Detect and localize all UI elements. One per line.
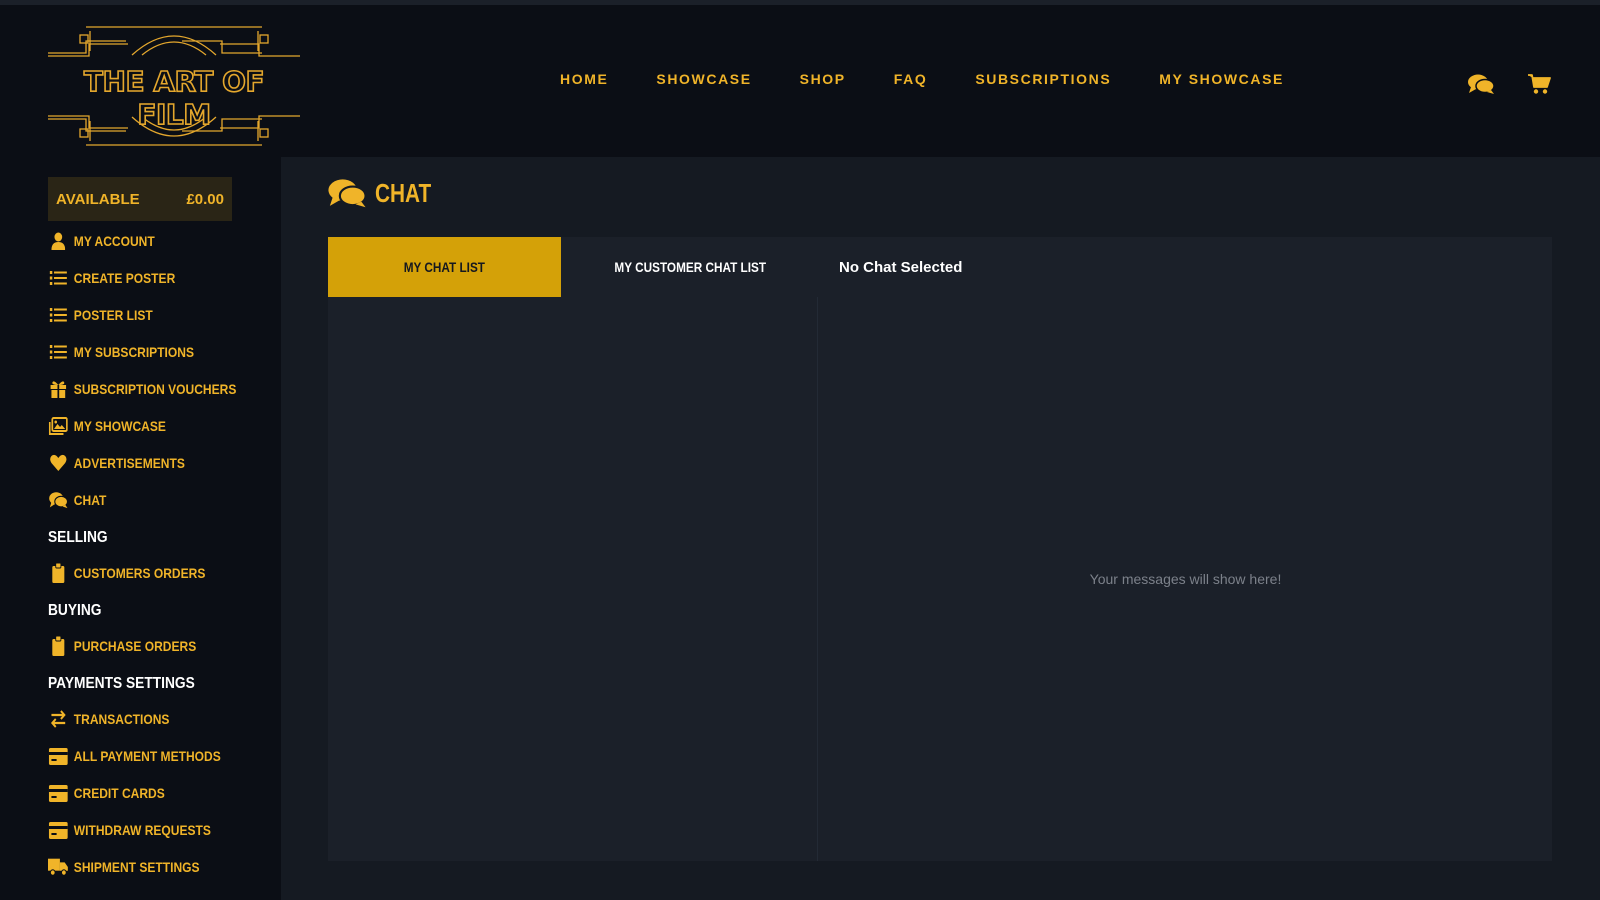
tab-my-chat-list[interactable]: MY CHAT LIST [328, 237, 561, 297]
sidebar-item-label: SUBSCRIPTION VOUCHERS [73, 381, 237, 397]
main-nav: HOME SHOWCASE SHOP FAQ SUBSCRIPTIONS MY … [560, 71, 1332, 87]
heart-icon [48, 453, 69, 473]
tab-label: MY CHAT LIST [403, 259, 486, 275]
message-pane[interactable]: Your messages will show here! [819, 297, 1552, 861]
chat-icon[interactable] [1467, 73, 1495, 100]
tab-my-customer-chat-list[interactable]: MY CUSTOMER CHAT LIST [561, 237, 819, 297]
page-title: CHAT [327, 177, 445, 209]
chat-header-title: No Chat Selected [839, 259, 963, 276]
sidebar-item-create-poster[interactable]: CREATE POSTER [48, 266, 175, 290]
chat-tabs: MY CHAT LIST MY CUSTOMER CHAT LIST No Ch… [328, 237, 1552, 297]
clipboard-icon [48, 636, 69, 656]
list-icon [48, 305, 69, 325]
page-title-text: CHAT [375, 177, 432, 208]
balance-value: £0.00 [186, 190, 224, 208]
tab-label: MY CUSTOMER CHAT LIST [614, 259, 766, 275]
sidebar-item-label: SHIPMENT SETTINGS [73, 859, 200, 875]
sidebar-item-purchase-orders[interactable]: PURCHASE ORDERS [48, 634, 196, 658]
empty-messages-text: Your messages will show here! [1089, 571, 1282, 587]
list-icon [48, 342, 69, 362]
balance-label: AVAILABLE [56, 190, 140, 208]
exchange-icon [48, 709, 69, 729]
sidebar-item-chat[interactable]: CHAT [48, 488, 106, 512]
sidebar-item-label: POSTER LIST [73, 307, 153, 323]
truck-icon [48, 857, 69, 877]
sidebar-item-label: TRANSACTIONS [73, 711, 170, 727]
sidebar-item-advertisements[interactable]: ADVERTISEMENTS [48, 451, 185, 475]
sidebar-item-subscription-vouchers[interactable]: SUBSCRIPTION VOUCHERS [48, 377, 236, 401]
comments-icon [328, 179, 367, 208]
sidebar-item-label: CREATE POSTER [73, 270, 176, 286]
sidebar-item-label: MY SUBSCRIPTIONS [73, 344, 194, 360]
sidebar-item-label: WITHDRAW REQUESTS [73, 822, 211, 838]
clipboard-icon [48, 563, 69, 583]
brand-logo[interactable]: THE ART OF FILM [46, 25, 302, 147]
sidebar-item-label: MY SHOWCASE [73, 418, 166, 434]
sidebar-item-customers-orders[interactable]: CUSTOMERS ORDERS [48, 561, 205, 585]
chat-list[interactable] [328, 297, 818, 861]
sidebar-item-transactions[interactable]: TRANSACTIONS [48, 707, 169, 731]
images-icon [48, 416, 69, 436]
sidebar-item-label: ADVERTISEMENTS [73, 455, 185, 471]
sidebar: AVAILABLE £0.00 MY ACCOUNT CREATE POSTER… [0, 157, 281, 900]
sidebar-item-label: CHAT [73, 492, 107, 508]
credit-card-icon [48, 820, 69, 840]
list-icon [48, 268, 69, 288]
sidebar-item-label: CREDIT CARDS [73, 785, 165, 801]
nav-shop[interactable]: SHOP [800, 71, 846, 87]
site-header: THE ART OF FILM HOME SHOWCASE SHOP FAQ S… [0, 5, 1600, 157]
nav-my-showcase[interactable]: MY SHOWCASE [1159, 71, 1284, 87]
balance-box: AVAILABLE £0.00 [48, 177, 232, 221]
selling-heading: SELLING [48, 529, 108, 546]
nav-subscriptions[interactable]: SUBSCRIPTIONS [975, 71, 1111, 87]
sidebar-item-label: PURCHASE ORDERS [73, 638, 197, 654]
sidebar-item-withdraw-requests[interactable]: WITHDRAW REQUESTS [48, 818, 211, 842]
buying-heading: BUYING [48, 602, 102, 619]
user-icon [48, 231, 69, 251]
main-content: CHAT MY CHAT LIST MY CUSTOMER CHAT LIST … [281, 157, 1600, 900]
payments-heading: PAYMENTS SETTINGS [48, 675, 195, 692]
sidebar-item-label: CUSTOMERS ORDERS [73, 565, 206, 581]
sidebar-item-label: MY ACCOUNT [73, 233, 155, 249]
sidebar-item-my-subscriptions[interactable]: MY SUBSCRIPTIONS [48, 340, 194, 364]
logo-text: THE ART OF FILM [83, 64, 265, 132]
chat-panel: MY CHAT LIST MY CUSTOMER CHAT LIST No Ch… [328, 237, 1552, 861]
sidebar-item-my-account[interactable]: MY ACCOUNT [48, 229, 155, 253]
sidebar-item-poster-list[interactable]: POSTER LIST [48, 303, 153, 327]
nav-showcase[interactable]: SHOWCASE [656, 71, 751, 87]
comments-icon [48, 490, 69, 510]
sidebar-item-shipment-settings[interactable]: SHIPMENT SETTINGS [48, 855, 200, 879]
credit-card-icon [48, 746, 69, 766]
sidebar-item-my-showcase[interactable]: MY SHOWCASE [48, 414, 166, 438]
sidebar-item-label: ALL PAYMENT METHODS [73, 748, 221, 764]
cart-icon[interactable] [1527, 73, 1551, 100]
nav-home[interactable]: HOME [560, 71, 608, 87]
sidebar-item-credit-cards[interactable]: CREDIT CARDS [48, 781, 165, 805]
credit-card-icon [48, 783, 69, 803]
nav-faq[interactable]: FAQ [894, 71, 928, 87]
sidebar-item-all-payment-methods[interactable]: ALL PAYMENT METHODS [48, 744, 221, 768]
gift-icon [48, 379, 69, 399]
